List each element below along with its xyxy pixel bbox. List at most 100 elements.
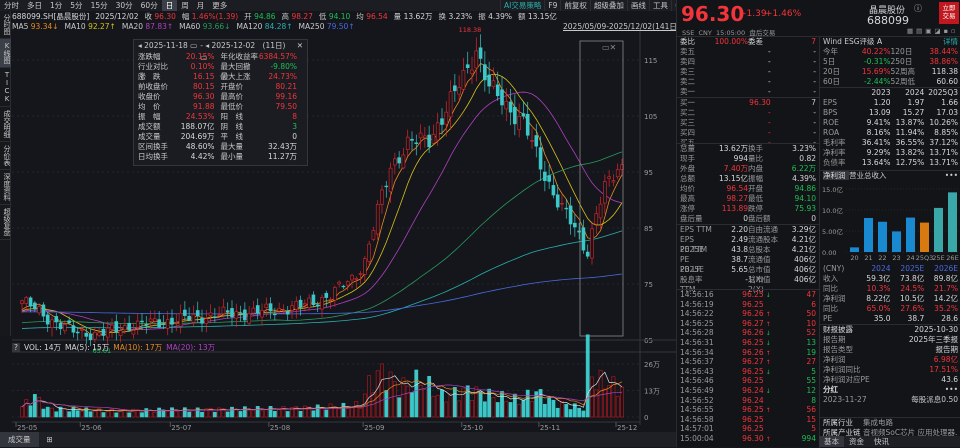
candle-down xyxy=(525,113,530,136)
candle-down xyxy=(440,118,444,125)
cell: 13.62万 xyxy=(719,144,748,153)
cell: 13.71% xyxy=(929,158,958,167)
kline-chart[interactable]: 115 105 95 85 75 65 25-05 25-06 25-07 25-08 25-09 2… xyxy=(0,0,676,432)
candle-up xyxy=(363,258,367,275)
profit-bar xyxy=(850,247,859,252)
help-icon[interactable]: ? xyxy=(12,343,20,352)
fin-row: ROA 8.16% 11.94% 8.85% xyxy=(820,128,960,138)
volume-bar xyxy=(28,405,33,418)
volume-bar xyxy=(200,411,204,418)
candle-down xyxy=(187,315,191,321)
ask-row: 卖一 - - xyxy=(677,87,819,97)
profit-tab[interactable]: 营业总收入 xyxy=(849,171,904,180)
cell: - xyxy=(745,275,748,284)
profit-bar xyxy=(878,221,887,252)
cell: 28.6 xyxy=(941,314,958,323)
volume-bar xyxy=(555,407,560,418)
from-date[interactable]: ◂ 2025-11-18 ▭ xyxy=(138,40,200,52)
candle-down xyxy=(543,171,547,181)
vol-tick-label: 0 xyxy=(644,414,648,422)
performance-row: 5日 -0.31% 250日 38.86% xyxy=(820,57,960,67)
cell: 流通股本 xyxy=(748,235,778,244)
esg-grade: A xyxy=(877,37,883,46)
fin-row: EPS 1.20 1.97 1.66 xyxy=(820,98,960,108)
order-book: 委比 100.00% 委差 7 卖五 - - 卖四 - - 卖三 - - 卖二 - - 卖一 - - 买一 96.30 7… xyxy=(677,36,819,148)
volume-bar xyxy=(272,410,277,418)
volume-bar xyxy=(538,389,543,418)
cell: 涨停 xyxy=(680,204,695,213)
panel-view-icons[interactable]: ▦▤▣◪▪▫ xyxy=(907,27,958,35)
profit-x-label: 25E xyxy=(932,254,944,262)
stat-value: 4.42% xyxy=(190,152,215,161)
cell: 卖五 xyxy=(680,47,695,56)
cell: 1.66 xyxy=(941,98,958,107)
volume-bar xyxy=(380,363,384,418)
volume-bar xyxy=(277,408,282,418)
cell: 89.8亿 xyxy=(933,274,958,283)
cell: - xyxy=(767,77,771,86)
y-tick-label: 85 xyxy=(644,225,653,233)
more-icon[interactable]: ••• xyxy=(891,385,958,395)
cell: 2025-10-30 xyxy=(914,325,958,334)
tick-row: 14:56:49 96.24 ↓ 12 xyxy=(677,386,819,396)
report-row: 报告类型 报告期 xyxy=(820,345,960,355)
date-range[interactable]: 2025/05/09-2025/12/02(141日) xyxy=(563,21,680,32)
candle-down xyxy=(513,106,517,125)
cell: - xyxy=(813,67,816,76)
volume-bar xyxy=(491,396,496,418)
stat-label: 年化收益率 xyxy=(220,52,259,61)
tick-volume: 10 xyxy=(806,318,816,328)
tick-time: 14:56:37 xyxy=(680,357,714,367)
volume-bar xyxy=(448,393,453,418)
close-icon[interactable]: ✕ xyxy=(294,40,303,52)
stat-row: 成交量 204.69万平 线 0 xyxy=(134,132,307,142)
profit-tab[interactable]: 净利润 xyxy=(823,171,849,180)
candle-up xyxy=(611,180,616,183)
info-tab[interactable]: 基本 xyxy=(819,436,844,447)
cell: 12.75% xyxy=(895,158,925,167)
cell: 8.22亿 xyxy=(866,294,891,303)
cell: 13.71% xyxy=(929,148,958,157)
tab-volume[interactable]: 成交量 xyxy=(0,432,39,447)
volume-bar xyxy=(542,403,547,418)
cell: BPS xyxy=(823,108,838,117)
candle-down xyxy=(564,207,569,210)
candle-down xyxy=(157,319,161,328)
info-tab[interactable]: 资金 xyxy=(844,436,869,447)
volume-bar xyxy=(530,401,534,418)
stock-code-right: 688099 xyxy=(867,14,909,27)
candle-up xyxy=(307,297,311,308)
candle-up xyxy=(208,312,213,316)
stat-value: 0 xyxy=(292,132,297,141)
esg-detail-link[interactable]: 详情 xyxy=(904,37,958,47)
candle-down xyxy=(465,64,470,68)
tick-price-value: 96.25 xyxy=(742,337,764,347)
info-icon[interactable]: ⓘ xyxy=(914,3,922,14)
tick-price: 96.25 xyxy=(725,300,770,310)
cell: - xyxy=(767,118,771,127)
tick-volume: 994 xyxy=(801,433,816,443)
info-tab[interactable]: 快讯 xyxy=(869,436,894,447)
to-date[interactable]: - ◂ 2025-12-02 ▭ xyxy=(200,40,262,62)
report-row: 净利润同比 17.51% xyxy=(820,365,960,375)
tick-row: 14:56:43 96.25 ↓ 5 xyxy=(677,367,819,377)
y-tick-label: 95 xyxy=(644,169,653,177)
stat-row: 均价 96.54 开盘 94.86 xyxy=(677,184,819,194)
volume-bar xyxy=(182,407,187,418)
volume-bar xyxy=(161,410,166,418)
add-indicator-button[interactable]: ⊞ xyxy=(39,432,61,447)
stat-row: 前收盘价 80.15 开盘价 80.21 xyxy=(134,82,307,92)
stat-label: 阴 线 xyxy=(220,122,244,131)
cell: 38.7 xyxy=(907,314,925,323)
report-row: 净利润对应PE 43.6 xyxy=(820,375,960,385)
info-tabs: 基本 资金 快讯 xyxy=(819,436,960,447)
forecast-row: 净利润 8.22亿 10.5亿 14.2亿 xyxy=(820,294,960,304)
cell: 集成电路 xyxy=(863,418,893,427)
x-tick-label: 25-06 xyxy=(81,424,102,432)
valuation-row: 股息率TTM - 总市值2(X) 406亿 xyxy=(677,275,819,294)
trade-button[interactable]: 立即 交易 xyxy=(939,2,959,24)
stat-row: 外盘 7.40万 内盘 6.22万 xyxy=(677,164,819,174)
stat-value: 204.69万 xyxy=(180,132,215,141)
ma10-line xyxy=(21,73,623,333)
more-icon[interactable]: ••• xyxy=(904,171,958,180)
